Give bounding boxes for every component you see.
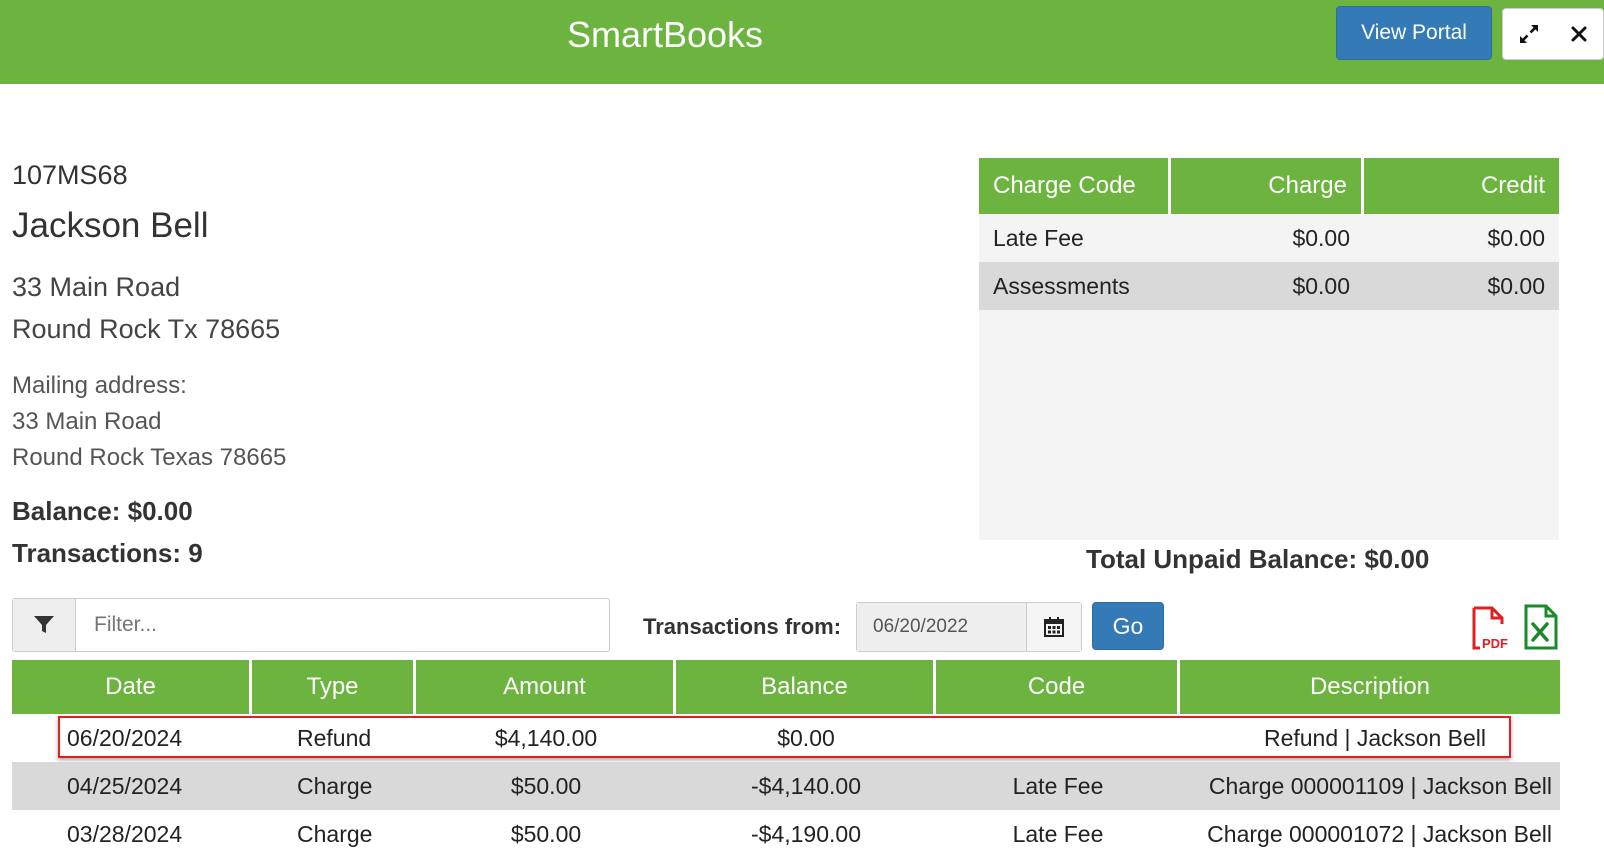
transactions-header: Date Type Amount Balance Code Descriptio… — [12, 660, 1560, 714]
transactions-from-label: Transactions from: — [643, 614, 842, 639]
mailing-label: Mailing address: — [12, 372, 187, 399]
app-header: SmartBooks View Portal — [0, 0, 1604, 84]
date-input[interactable] — [857, 603, 1026, 651]
amount-cell: $50.00 — [510, 820, 582, 847]
col-credit[interactable]: Credit — [1364, 158, 1559, 214]
transactions-table: Date Type Amount Balance Code Descriptio… — [12, 660, 1560, 858]
app-title: SmartBooks — [566, 14, 764, 55]
description-cell: Charge 000001072 | Jackson Bell — [1207, 820, 1552, 847]
transaction-count: Transactions: 9 — [12, 538, 203, 568]
excel-export-icon[interactable] — [1524, 604, 1560, 655]
charge-code-cell: Late Fee — [993, 224, 1084, 251]
balance-cell: -$4,140.00 — [751, 772, 861, 799]
description-cell: Charge 000001109 | Jackson Bell — [1208, 772, 1552, 799]
account-id: 107MS68 — [12, 160, 128, 190]
charge-code-header: Charge Code Charge Credit — [979, 158, 1559, 214]
view-portal-button[interactable]: View Portal — [1336, 6, 1492, 60]
col-balance[interactable]: Balance — [676, 660, 936, 714]
balance-cell: -$4,190.00 — [751, 820, 861, 847]
col-amount[interactable]: Amount — [416, 660, 676, 714]
table-row[interactable]: 03/28/2024 Charge $50.00 -$4,190.00 Late… — [12, 810, 1560, 858]
mailing-line2: Round Rock Texas 78665 — [12, 444, 287, 471]
date-cell: 06/20/2024 — [67, 724, 183, 751]
col-charge-code[interactable]: Charge Code — [979, 158, 1171, 214]
date-cell: 03/28/2024 — [67, 820, 183, 847]
col-description[interactable]: Description — [1180, 660, 1560, 714]
svg-text:PDF: PDF — [1482, 636, 1508, 651]
balance-cell: $0.00 — [777, 724, 835, 751]
charge-cell: $0.00 — [1292, 224, 1350, 251]
credit-cell: $0.00 — [1487, 272, 1545, 299]
total-unpaid-balance: Total Unpaid Balance: $0.00 — [1086, 544, 1430, 574]
go-button[interactable]: Go — [1092, 602, 1164, 650]
type-cell: Charge — [297, 820, 373, 847]
balance: Balance: $0.00 — [12, 496, 193, 526]
col-date[interactable]: Date — [12, 660, 252, 714]
amount-cell: $4,140.00 — [494, 724, 598, 751]
code-cell: Late Fee — [1012, 820, 1104, 847]
charge-code-cell: Assessments — [993, 272, 1130, 299]
pdf-export-icon[interactable]: PDF — [1470, 606, 1514, 657]
funnel-icon[interactable] — [13, 599, 76, 651]
table-row[interactable]: 04/25/2024 Charge $50.00 -$4,140.00 Late… — [12, 762, 1560, 810]
expand-arrows-icon[interactable] — [1517, 22, 1541, 46]
calendar-icon[interactable] — [1026, 603, 1081, 651]
code-cell: Late Fee — [1012, 772, 1104, 799]
type-cell: Refund — [297, 724, 372, 751]
address-line1: 33 Main Road — [12, 272, 181, 302]
filter-input[interactable] — [76, 599, 609, 651]
mailing-line1: 33 Main Road — [12, 408, 162, 435]
col-code[interactable]: Code — [936, 660, 1180, 714]
charge-code-table: Charge Code Charge Credit Late Fee $0.00… — [979, 158, 1559, 540]
charge-code-row: Late Fee $0.00 $0.00 — [979, 214, 1559, 262]
credit-cell: $0.00 — [1487, 224, 1545, 251]
date-picker — [856, 602, 1082, 652]
account-name: Jackson Bell — [12, 206, 209, 245]
window-controls — [1502, 8, 1604, 60]
charge-cell: $0.00 — [1292, 272, 1350, 299]
filter-group — [12, 598, 610, 652]
close-icon[interactable] — [1569, 24, 1589, 44]
col-type[interactable]: Type — [252, 660, 416, 714]
type-cell: Charge — [297, 772, 373, 799]
amount-cell: $50.00 — [510, 772, 582, 799]
charge-code-row: Assessments $0.00 $0.00 — [979, 262, 1559, 310]
date-cell: 04/25/2024 — [67, 772, 183, 799]
table-row[interactable]: 06/20/2024 Refund $4,140.00 $0.00 Refund… — [12, 714, 1560, 762]
address-line2: Round Rock Tx 78665 — [12, 314, 281, 344]
col-charge[interactable]: Charge — [1171, 158, 1364, 214]
description-cell: Refund | Jackson Bell — [1263, 724, 1486, 751]
